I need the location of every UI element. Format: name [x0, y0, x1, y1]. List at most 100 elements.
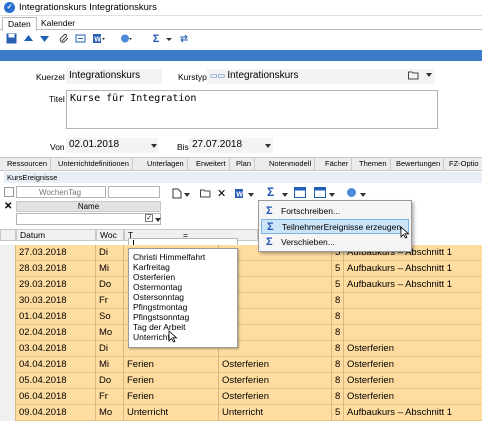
row-header[interactable] [0, 261, 16, 277]
table-cell-datum[interactable]: 05.04.2018 [16, 373, 96, 389]
list-item[interactable]: Unterricht [133, 332, 170, 342]
table-cell-ort[interactable]: Osterferien [219, 357, 332, 373]
row-header[interactable] [0, 325, 16, 341]
tab-faecher[interactable]: Fächer [322, 158, 353, 170]
table-row[interactable]: 01.04.2018 So 8 [0, 309, 482, 325]
table-cell-text[interactable]: Osterferien [344, 341, 482, 357]
table-cell-tag[interactable]: Fr [96, 389, 124, 405]
chevron-down-icon[interactable] [360, 190, 366, 200]
table-cell-tag[interactable]: Do [96, 277, 124, 293]
table-cell-tag[interactable]: Mo [96, 325, 124, 341]
save-icon[interactable] [5, 33, 17, 45]
web-icon[interactable] [346, 187, 357, 200]
table-row[interactable]: 29.03.2018 Do 5 Aufbaukurs – Abschnitt 1 [0, 277, 482, 293]
row-header[interactable] [0, 357, 16, 373]
link-icon[interactable] [74, 33, 86, 45]
table-row[interactable]: 28.03.2018 Mi 5 Aufbaukurs – Abschnitt 1 [0, 261, 482, 277]
titel-field[interactable]: Kurse für Integration [66, 90, 438, 129]
word-icon[interactable]: W [93, 33, 105, 45]
table-cell-text[interactable]: Osterferien [344, 373, 482, 389]
table-row[interactable]: 05.04.2018 Do Ferien Osterferien 8 Osterferie… [0, 373, 482, 389]
table-row[interactable]: 03.04.2018 Di 8 Osterferien [0, 341, 482, 357]
table-cell-text[interactable]: Osterferien [344, 357, 482, 373]
row-header[interactable] [0, 293, 16, 309]
chevron-down-icon[interactable] [264, 142, 272, 152]
kurstyp-select[interactable]: ▭▭ Integrationskurs [207, 69, 435, 84]
von-field[interactable]: 02.01.2018 [66, 138, 158, 153]
tab-ressourcen[interactable]: Ressourcen [4, 158, 52, 170]
sigma-icon[interactable]: Σ [267, 185, 274, 199]
col-wochentag[interactable]: Woc [96, 229, 124, 241]
table-cell-datum[interactable]: 29.03.2018 [16, 277, 96, 293]
tab-erweitert[interactable]: Erweitert [193, 158, 230, 170]
layout-icon[interactable] [294, 187, 306, 200]
row-header[interactable] [0, 373, 16, 389]
table-cell-text[interactable] [344, 309, 482, 325]
table-cell-typ[interactable]: Ferien [124, 389, 219, 405]
chevron-down-icon[interactable] [282, 190, 288, 200]
new-doc-icon[interactable] [172, 188, 182, 201]
tab-kalender[interactable]: Kalender [36, 17, 80, 31]
tab-daten[interactable]: Daten [2, 17, 37, 31]
sigma-icon[interactable]: Σ [150, 33, 162, 45]
close-icon[interactable]: ✕ [4, 201, 12, 212]
name-column-header[interactable]: Name [16, 201, 161, 212]
table-cell-text[interactable]: Osterferien [344, 389, 482, 405]
row-header[interactable] [0, 277, 16, 293]
menu-item-fortschreiben[interactable]: Σ Fortschreiben... [261, 204, 409, 219]
up-arrow-icon[interactable] [22, 33, 34, 45]
tab-fz-optio[interactable]: FZ-Optio [446, 158, 482, 170]
tab-themen[interactable]: Themen [356, 158, 391, 170]
kuerzel-field[interactable]: Integrationskurs [66, 69, 162, 84]
word-icon[interactable]: W [235, 188, 247, 201]
row-header[interactable] [0, 389, 16, 405]
table-cell-datum[interactable]: 01.04.2018 [16, 309, 96, 325]
folder-icon[interactable] [408, 70, 419, 83]
row-header[interactable] [0, 341, 16, 357]
bis-field[interactable]: 27.07.2018 [189, 138, 273, 153]
refresh-icon[interactable] [178, 33, 190, 45]
table-cell-tag[interactable]: So [96, 309, 124, 325]
list-item[interactable]: Pfingstsonntag [133, 312, 189, 322]
table-cell-datum[interactable]: 06.04.2018 [16, 389, 96, 405]
table-row[interactable]: 30.03.2018 Fr 8 [0, 293, 482, 309]
tab-plan[interactable]: Plan [233, 158, 256, 170]
menu-item-verschieben[interactable]: Σ Verschieben... [261, 235, 409, 250]
table-cell-ort[interactable]: Osterferien [219, 373, 332, 389]
folder-open-icon[interactable] [200, 188, 211, 200]
chevron-down-icon[interactable] [425, 71, 433, 81]
table-cell-text[interactable]: Aufbaukurs – Abschnitt 1 [344, 261, 482, 277]
table-cell-datum[interactable]: 03.04.2018 [16, 341, 96, 357]
name-filter[interactable] [16, 213, 161, 225]
table-cell-typ[interactable]: Ferien [124, 373, 219, 389]
row-header[interactable] [0, 245, 16, 261]
table-cell-text[interactable] [344, 293, 482, 309]
list-item[interactable]: Karfreitag [133, 262, 170, 272]
table-cell-tag[interactable]: Fr [96, 293, 124, 309]
table-cell-tag[interactable]: Do [96, 373, 124, 389]
table-cell-typ[interactable]: Ferien [124, 357, 219, 373]
table-cell-tag[interactable]: Mi [96, 261, 124, 277]
menu-item-teilnehmerereignisse-erzeugen[interactable]: Σ TeilnehmerEreignisse erzeugen [261, 219, 409, 234]
list-item[interactable]: Ostersonntag [133, 292, 184, 302]
chevron-down-icon[interactable] [163, 33, 175, 45]
table-row[interactable]: 02.04.2018Moag8 [0, 325, 482, 341]
window-icon[interactable] [314, 187, 326, 200]
table-cell-datum[interactable]: 27.03.2018 [16, 245, 96, 261]
table-cell-tag[interactable]: Di [96, 341, 124, 357]
chevron-down-icon[interactable] [150, 142, 158, 152]
table-cell-datum[interactable]: 02.04.2018 [16, 325, 96, 341]
tab-notenmodell[interactable]: Notenmodell [266, 158, 316, 170]
table-cell-datum[interactable]: 28.03.2018 [16, 261, 96, 277]
list-item[interactable]: Christi Himmelfahrt [133, 252, 205, 262]
col-datum[interactable]: Datum [16, 229, 96, 241]
table-row[interactable]: 04.04.2018 Mi Ferien Osterferien 8 Osterferie… [0, 357, 482, 373]
weekday-filter[interactable]: WochenTag [16, 186, 106, 198]
table-cell-datum[interactable]: 04.04.2018 [16, 357, 96, 373]
table-cell-tag[interactable]: Di [96, 245, 124, 261]
filter-checkbox[interactable]: ✓ [145, 214, 153, 222]
chevron-down-icon[interactable] [155, 215, 161, 225]
tab-bewertungen[interactable]: Bewertungen [393, 158, 445, 170]
row-header[interactable] [0, 309, 16, 325]
web-icon[interactable] [120, 33, 132, 45]
